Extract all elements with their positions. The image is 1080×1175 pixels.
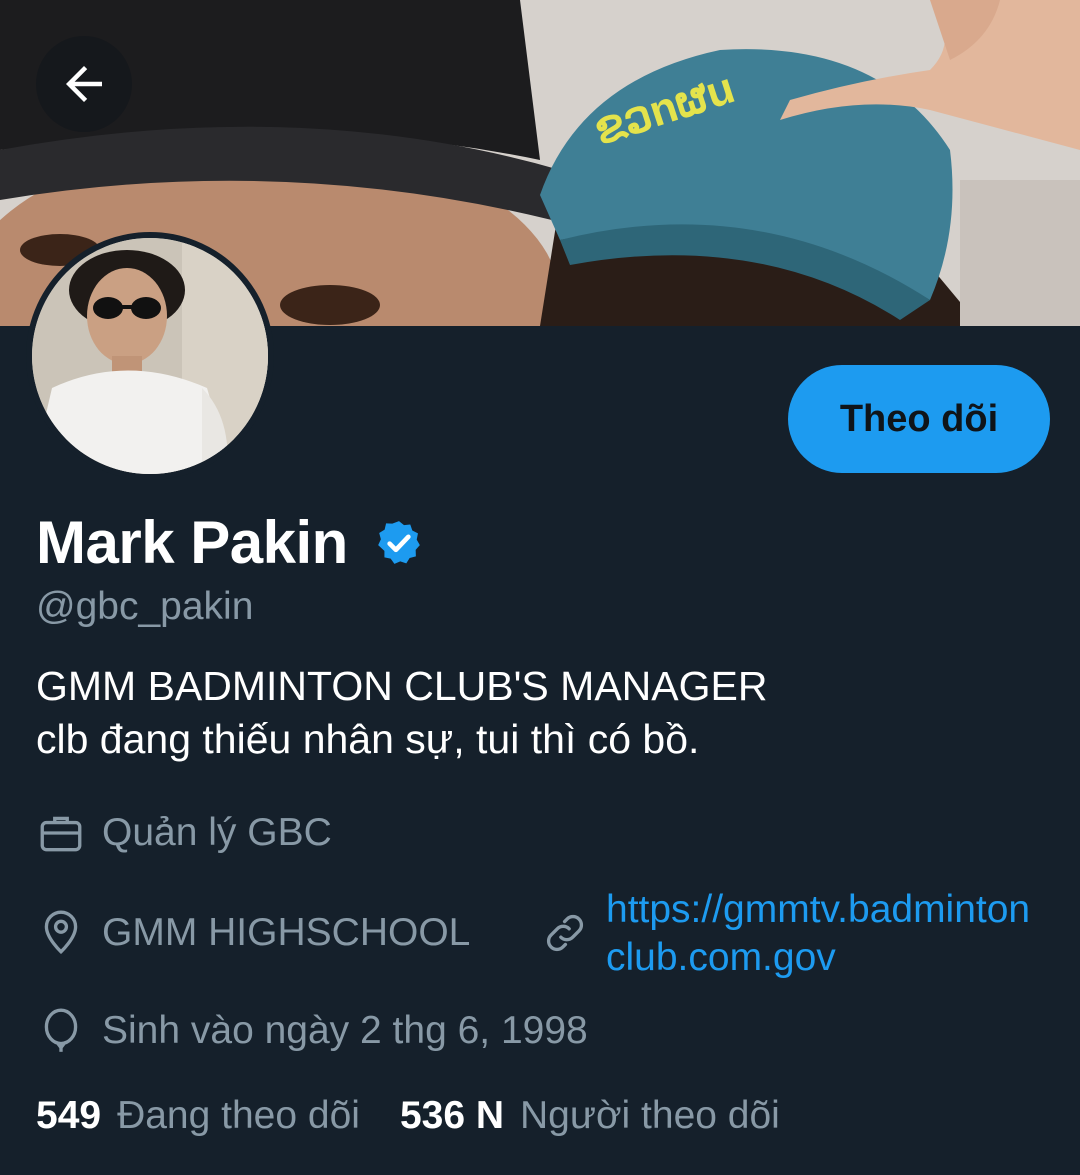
bio-line-2: clb đang thiếu nhân sự, tui thì có bồ. — [36, 716, 700, 762]
location-pin-icon — [44, 910, 78, 955]
following-label: Đang theo dõi — [117, 1094, 360, 1137]
display-name: Mark Pakin — [36, 509, 348, 576]
avatar[interactable] — [26, 232, 274, 480]
website-link[interactable]: https://gmmtv.badmintonclub.com.gov — [606, 886, 1046, 982]
followers-stat[interactable]: 536 N Người theo dõi — [400, 1094, 780, 1138]
followers-label: Người theo dõi — [520, 1094, 780, 1137]
job-item: Quản lý GBC — [36, 808, 332, 858]
name-row: Mark Pakin — [36, 508, 424, 577]
follow-stats: 549 Đang theo dõi 536 N Người theo dõi — [36, 1094, 780, 1138]
followers-count: 536 N — [399, 1094, 505, 1137]
following-stat[interactable]: 549 Đang theo dõi — [36, 1094, 360, 1138]
verified-badge-icon — [377, 520, 420, 564]
website-item: https://gmmtv.badmintonclub.com.gov — [540, 886, 1046, 982]
username-handle: @gbc_pakin — [36, 585, 254, 628]
follow-button[interactable]: Theo dõi — [788, 365, 1050, 473]
briefcase-icon — [40, 816, 82, 852]
following-count: 549 — [36, 1094, 102, 1137]
link-icon — [546, 914, 584, 952]
balloon-icon — [44, 1008, 78, 1052]
avatar-photo — [32, 238, 268, 474]
location-item: GMM HIGHSCHOOL — [36, 908, 470, 958]
birthday-text: Sinh vào ngày 2 thg 6, 1998 — [102, 1009, 588, 1052]
job-text: Quản lý GBC — [102, 811, 332, 854]
bio-line-1: GMM BADMINTON CLUB'S MANAGER — [36, 663, 768, 709]
birthday-item: Sinh vào ngày 2 thg 6, 1998 — [36, 1006, 588, 1056]
profile-bio: GMM BADMINTON CLUB'S MANAGER clb đang th… — [36, 660, 1036, 766]
back-button[interactable] — [36, 36, 132, 132]
arrow-left-icon — [66, 66, 102, 102]
location-text: GMM HIGHSCHOOL — [102, 911, 471, 954]
